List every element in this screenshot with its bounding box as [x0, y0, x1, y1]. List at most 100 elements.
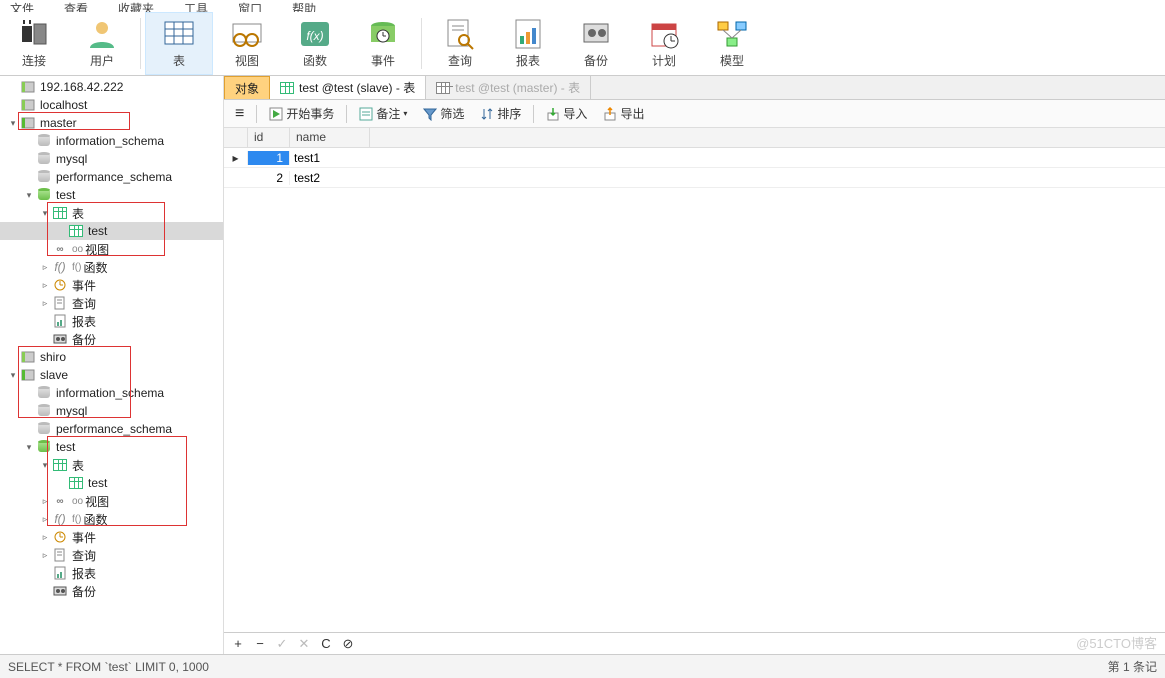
expand-arrow[interactable]: ▹	[38, 550, 52, 561]
expand-arrow[interactable]: ▹	[38, 496, 52, 507]
add-row-button[interactable]: +	[230, 636, 246, 652]
expand-arrow[interactable]: ▾	[6, 370, 20, 381]
tree-item-表[interactable]: ▾表	[0, 456, 223, 474]
tree-item-localhost[interactable]: localhost	[0, 96, 223, 114]
conn-icon	[20, 79, 36, 95]
expand-arrow[interactable]: ▾	[22, 442, 36, 453]
tree-label: 事件	[72, 529, 96, 546]
ribbon-label: 报表	[516, 52, 540, 69]
expand-arrow[interactable]: ▹	[38, 514, 52, 525]
stop-button[interactable]: ⊘	[340, 636, 356, 652]
tab-objects[interactable]: 对象	[224, 76, 270, 99]
expand-arrow[interactable]: ▾	[6, 118, 20, 129]
tree-item-函数[interactable]: ▹f()f()函数	[0, 510, 223, 528]
refresh-button[interactable]: C	[318, 636, 334, 652]
menu-help[interactable]: 帮助	[292, 0, 316, 12]
commit-button[interactable]: ✓	[274, 636, 290, 652]
tab-active-label: test @test (slave) - 表	[299, 79, 415, 96]
tree-item-表[interactable]: ▾表	[0, 204, 223, 222]
tree-item-查询[interactable]: ▹查询	[0, 294, 223, 312]
ribbon-table[interactable]: 表	[145, 12, 213, 75]
cell-name[interactable]: test2	[290, 171, 370, 185]
tree-item-test[interactable]: ▾ test	[0, 186, 223, 204]
tree-item-mysql[interactable]: mysql	[0, 402, 223, 420]
ribbon-plug[interactable]: 连接	[0, 12, 68, 75]
tree-item-备份[interactable]: 备份	[0, 330, 223, 348]
table-row[interactable]: 2test2	[224, 168, 1165, 188]
memo-button[interactable]: 备注 ▾	[352, 102, 414, 125]
expand-arrow[interactable]: ▾	[22, 190, 36, 201]
delete-row-button[interactable]: −	[252, 636, 268, 652]
ribbon-model[interactable]: 模型	[698, 12, 766, 75]
tree-item-shiro[interactable]: shiro	[0, 348, 223, 366]
ribbon-report[interactable]: 报表	[494, 12, 562, 75]
ribbon-query[interactable]: 查询	[426, 12, 494, 75]
menu-view[interactable]: 查看	[64, 0, 88, 12]
import-button[interactable]: 导入	[539, 102, 594, 125]
view-icon: ∞	[52, 241, 68, 257]
tab-inactive-table[interactable]: test @test (master) - 表	[426, 76, 591, 99]
tree-item-information_schema[interactable]: information_schema	[0, 132, 223, 150]
event-icon	[52, 277, 68, 293]
ribbon-function[interactable]: f(x)函数	[281, 12, 349, 75]
ribbon-event[interactable]: 事件	[349, 12, 417, 75]
tree-item-master[interactable]: ▾ master	[0, 114, 223, 132]
menu-fav[interactable]: 收藏夹	[118, 0, 154, 12]
tree-item-information_schema[interactable]: information_schema	[0, 384, 223, 402]
ribbon-schedule[interactable]: 计划	[630, 12, 698, 75]
tab-active-table[interactable]: test @test (slave) - 表	[270, 76, 426, 99]
tree-label: master	[40, 116, 77, 130]
ribbon-label: 用户	[90, 52, 114, 69]
tree-item-performance_schema[interactable]: performance_schema	[0, 168, 223, 186]
menu-window[interactable]: 窗口	[238, 0, 262, 12]
expand-arrow[interactable]: ▹	[38, 532, 52, 543]
expand-arrow[interactable]: ▹	[38, 280, 52, 291]
db-g-icon	[36, 439, 52, 455]
tree-label: test	[56, 188, 75, 202]
tree-item-函数[interactable]: ▹f()f()函数	[0, 258, 223, 276]
tree-item-查询[interactable]: ▹查询	[0, 546, 223, 564]
export-button[interactable]: 导出	[596, 102, 651, 125]
tree-item-报表[interactable]: 报表	[0, 564, 223, 582]
connection-tree[interactable]: 192.168.42.222localhost ▾ master informatio…	[0, 76, 224, 654]
tree-item-事件[interactable]: ▹ 事件	[0, 528, 223, 546]
tree-item-slave[interactable]: ▾slave	[0, 366, 223, 384]
sort-label: 排序	[497, 105, 521, 122]
expand-arrow[interactable]: ▹	[38, 262, 52, 273]
hamburger-button[interactable]: ≡	[228, 102, 251, 126]
expand-arrow[interactable]: ▾	[38, 460, 52, 471]
cell-name[interactable]: test1	[290, 151, 370, 165]
cancel-button[interactable]: ✕	[296, 636, 312, 652]
tree-item-test[interactable]: test	[0, 474, 223, 492]
tree-item-performance_schema[interactable]: performance_schema	[0, 420, 223, 438]
data-grid[interactable]: id name ▸1test12test2	[224, 128, 1165, 654]
tree-item-test[interactable]: test	[0, 222, 223, 240]
tree-item-备份[interactable]: 备份	[0, 582, 223, 600]
col-header-id[interactable]: id	[248, 128, 290, 147]
tree-item-视图[interactable]: ∞oo视图	[0, 240, 223, 258]
ribbon-label: 事件	[371, 52, 395, 69]
cell-id[interactable]: 1	[248, 151, 290, 165]
ribbon-backup[interactable]: 备份	[562, 12, 630, 75]
tree-item-192.168.42.222[interactable]: 192.168.42.222	[0, 78, 223, 96]
expand-arrow[interactable]: ▾	[38, 208, 52, 219]
tree-item-视图[interactable]: ▹∞oo视图	[0, 492, 223, 510]
model-icon	[716, 18, 748, 50]
tree-item-事件[interactable]: ▹事件	[0, 276, 223, 294]
tree-item-mysql[interactable]: mysql	[0, 150, 223, 168]
filter-button[interactable]: 筛选	[416, 102, 471, 125]
begin-transaction-button[interactable]: 开始事务	[262, 102, 341, 125]
ribbon-view[interactable]: 视图	[213, 12, 281, 75]
menu-tools[interactable]: 工具	[184, 0, 208, 12]
expand-arrow[interactable]: ▹	[38, 298, 52, 309]
memo-icon	[359, 107, 373, 121]
tree-item-报表[interactable]: 报表	[0, 312, 223, 330]
sort-button[interactable]: 排序	[473, 102, 528, 125]
table-row[interactable]: ▸1test1	[224, 148, 1165, 168]
tree-item-test[interactable]: ▾test	[0, 438, 223, 456]
col-header-name[interactable]: name	[290, 128, 370, 147]
cell-id[interactable]: 2	[248, 171, 290, 185]
menu-file[interactable]: 文件	[10, 0, 34, 12]
table-icon	[68, 475, 84, 491]
ribbon-user[interactable]: 用户	[68, 12, 136, 75]
